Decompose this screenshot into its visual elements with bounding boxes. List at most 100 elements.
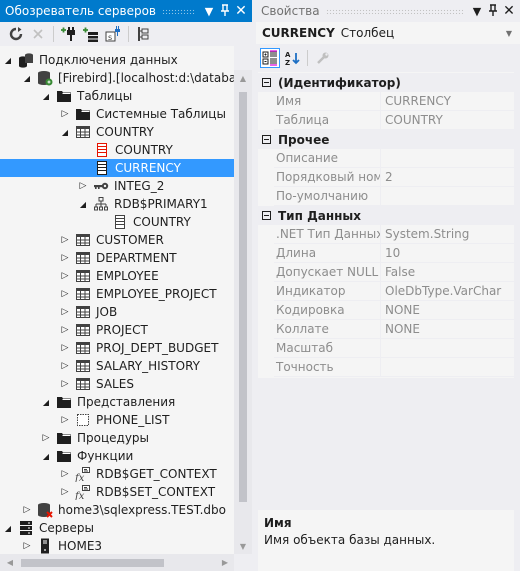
expanded-arrow-icon[interactable]: ◢: [77, 195, 89, 213]
property-category[interactable]: (Идентификатор): [258, 73, 514, 92]
property-value[interactable]: NONE: [381, 301, 514, 319]
property-value[interactable]: [381, 339, 514, 357]
pin-icon[interactable]: [485, 3, 501, 19]
drag-grip[interactable]: [325, 8, 463, 14]
tree-node[interactable]: ▷ fx RDB$SET_CONTEXT: [0, 483, 234, 501]
show-hierarchy-button[interactable]: [134, 24, 154, 44]
tree-node[interactable]: ▷ DEPARTMENT: [0, 249, 234, 267]
tree-node[interactable]: ◢ RDB$PRIMARY1: [0, 195, 234, 213]
property-row[interactable]: Масштаб: [274, 339, 514, 358]
collapse-icon[interactable]: [262, 211, 271, 220]
property-value[interactable]: [381, 187, 514, 205]
property-row[interactable]: По-умолчанию: [274, 187, 514, 206]
collapse-icon[interactable]: [262, 135, 271, 144]
tree-node[interactable]: ◢ Подключения данных: [0, 51, 234, 69]
tree-node[interactable]: ▷ JOB: [0, 303, 234, 321]
tree-node[interactable]: ▷ fx RDB$GET_CONTEXT: [0, 465, 234, 483]
collapsed-arrow-icon[interactable]: ▷: [59, 249, 71, 267]
stop-button[interactable]: [28, 24, 48, 44]
tree-node[interactable]: ▷ CUSTOMER: [0, 231, 234, 249]
collapsed-arrow-icon[interactable]: ▷: [59, 411, 71, 429]
window-position-dropdown-icon[interactable]: ▼: [469, 5, 485, 18]
property-category[interactable]: Прочее: [258, 130, 514, 149]
object-selector-dropdown[interactable]: CURRENCY Столбец ▼: [256, 22, 520, 44]
property-row[interactable]: Индикатор OleDbType.VarChar: [274, 282, 514, 301]
tree-node[interactable]: ▷ HOME3: [0, 537, 234, 554]
collapsed-arrow-icon[interactable]: ▷: [59, 357, 71, 375]
expanded-arrow-icon[interactable]: ◢: [59, 123, 71, 141]
expanded-arrow-icon[interactable]: ◢: [2, 51, 14, 69]
vertical-scroll-thumb[interactable]: [239, 92, 247, 502]
property-value[interactable]: 2: [381, 168, 514, 186]
property-row[interactable]: Кодировка NONE: [274, 301, 514, 320]
scroll-down-arrow[interactable]: ▼: [234, 538, 252, 554]
property-value[interactable]: 10: [381, 244, 514, 262]
tree-node[interactable]: ▷ EMPLOYEE_PROJECT: [0, 285, 234, 303]
property-value[interactable]: System.String: [381, 225, 514, 243]
scroll-left-arrow[interactable]: ◀: [2, 554, 18, 571]
tree-node[interactable]: ◢ Таблицы: [0, 87, 234, 105]
tree-node[interactable]: ◢ Представления: [0, 393, 234, 411]
tree-node[interactable]: ▷ SALES: [0, 375, 234, 393]
categorized-button[interactable]: [260, 48, 280, 68]
tree-node[interactable]: ▷ Системные Таблицы: [0, 105, 234, 123]
property-row[interactable]: Описание: [274, 149, 514, 168]
property-row[interactable]: Таблица COUNTRY: [274, 111, 514, 130]
collapsed-arrow-icon[interactable]: ▷: [59, 483, 71, 501]
property-value[interactable]: COUNTRY: [381, 111, 514, 129]
tree-node[interactable]: ◢ Функции: [0, 447, 234, 465]
refresh-button[interactable]: [6, 24, 26, 44]
expanded-arrow-icon[interactable]: ◢: [40, 393, 52, 411]
expanded-arrow-icon[interactable]: ◢: [40, 447, 52, 465]
connect-to-sharepoint-button[interactable]: s: [103, 24, 123, 44]
tree-node[interactable]: ▷ SALARY_HISTORY: [0, 357, 234, 375]
properties-titlebar[interactable]: Свойства ▼ ✕: [256, 0, 520, 22]
property-row[interactable]: Допускает NULL ЗначенияFalse: [274, 263, 514, 282]
close-icon[interactable]: ✕: [501, 3, 517, 19]
property-row[interactable]: .NET Тип Данных System.String: [274, 225, 514, 244]
tree-node[interactable]: ▷ EMPLOYEE: [0, 267, 234, 285]
tree-node[interactable]: ▷ home3\sqlexpress.TEST.dbo: [0, 501, 234, 519]
collapsed-arrow-icon[interactable]: ▷: [40, 429, 52, 447]
tree-node[interactable]: COUNTRY: [0, 213, 234, 231]
tree-node[interactable]: CURRENCY: [0, 159, 234, 177]
window-position-dropdown-icon[interactable]: ▼: [201, 5, 217, 18]
collapsed-arrow-icon[interactable]: ▷: [59, 105, 71, 123]
scroll-right-arrow[interactable]: ▶: [217, 554, 233, 571]
collapsed-arrow-icon[interactable]: ▷: [59, 303, 71, 321]
connect-to-database-button[interactable]: [59, 24, 79, 44]
horizontal-scrollbar[interactable]: ◀ ▶: [0, 554, 234, 571]
property-pages-button[interactable]: [313, 48, 333, 68]
horizontal-scroll-thumb[interactable]: [21, 559, 164, 567]
alphabetical-button[interactable]: AZ: [282, 48, 302, 68]
property-category[interactable]: Тип Данных: [258, 206, 514, 225]
property-row[interactable]: Точность: [274, 358, 514, 377]
tree-node[interactable]: ◢ Серверы: [0, 519, 234, 537]
pin-icon[interactable]: [217, 3, 233, 19]
property-value[interactable]: False: [381, 263, 514, 281]
close-icon[interactable]: ✕: [233, 3, 249, 19]
collapsed-arrow-icon[interactable]: ▷: [59, 465, 71, 483]
tree-node[interactable]: ▷ PROJECT: [0, 321, 234, 339]
collapse-icon[interactable]: [262, 78, 271, 87]
connect-to-server-button[interactable]: [81, 24, 101, 44]
vertical-scrollbar[interactable]: ▲ ▼: [234, 70, 252, 554]
property-row[interactable]: Имя CURRENCY: [274, 92, 514, 111]
tree-node[interactable]: ◢ [Firebird].[localhost:d:\database: [0, 69, 234, 87]
property-value[interactable]: OleDbType.VarChar: [381, 282, 514, 300]
property-row[interactable]: Длина 10: [274, 244, 514, 263]
collapsed-arrow-icon[interactable]: ▷: [21, 537, 33, 554]
collapsed-arrow-icon[interactable]: ▷: [59, 321, 71, 339]
tree-node[interactable]: ▷ PROJ_DEPT_BUDGET: [0, 339, 234, 357]
property-row[interactable]: Порядковый номер2: [274, 168, 514, 187]
scroll-up-arrow[interactable]: ▲: [234, 70, 252, 86]
expanded-arrow-icon[interactable]: ◢: [40, 87, 52, 105]
tree-node[interactable]: COUNTRY: [0, 141, 234, 159]
property-value[interactable]: [381, 358, 514, 376]
collapsed-arrow-icon[interactable]: ▷: [21, 501, 33, 519]
collapsed-arrow-icon[interactable]: ▷: [59, 267, 71, 285]
property-value[interactable]: [381, 149, 514, 167]
collapsed-arrow-icon[interactable]: ▷: [59, 285, 71, 303]
tree-node[interactable]: ▷ INTEG_2: [0, 177, 234, 195]
property-value[interactable]: NONE: [381, 320, 514, 338]
